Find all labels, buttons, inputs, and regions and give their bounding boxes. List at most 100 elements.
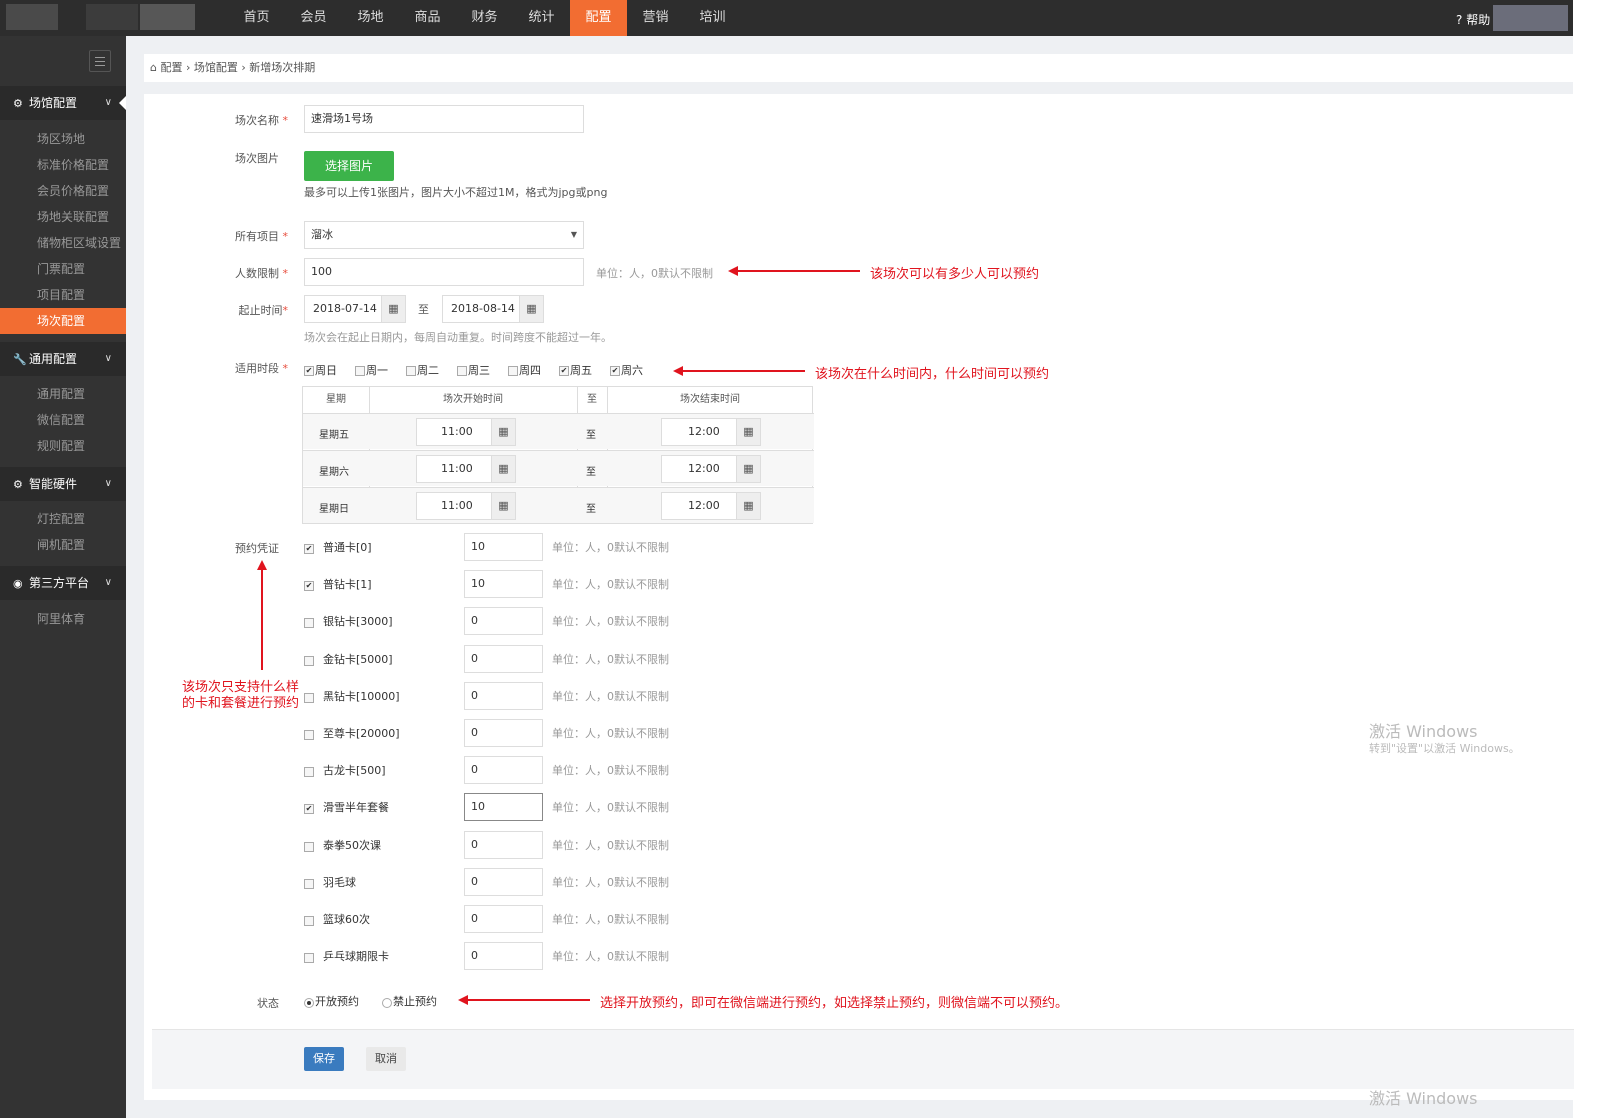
sidebar-item-ali-sports[interactable]: 阿里体育 bbox=[0, 606, 126, 632]
sidebar-group-third-party[interactable]: ◉ 第三方平台 ∨ bbox=[0, 566, 126, 600]
breadcrumb-venue-config[interactable]: 场馆配置 bbox=[194, 61, 238, 74]
card-limit-input[interactable]: 10 bbox=[464, 533, 543, 561]
help-link[interactable]: ? 帮助 bbox=[1456, 11, 1490, 28]
nav-config[interactable]: 配置 bbox=[570, 0, 627, 36]
card-limit-input[interactable]: 0 bbox=[464, 719, 543, 747]
card-name[interactable]: 篮球60次 bbox=[323, 911, 370, 927]
nav-marketing[interactable]: 营销 bbox=[627, 0, 684, 36]
day-label[interactable]: 周日 bbox=[315, 362, 337, 378]
end-time-field[interactable]: 12:00 ▦ bbox=[661, 492, 761, 520]
calendar-icon[interactable]: ▦ bbox=[491, 419, 515, 445]
end-time-field[interactable]: 12:00 ▦ bbox=[661, 418, 761, 446]
calendar-icon[interactable]: ▦ bbox=[736, 493, 760, 519]
card-limit-input[interactable]: 10 bbox=[464, 793, 543, 822]
calendar-icon[interactable]: ▦ bbox=[381, 296, 405, 322]
card-name[interactable]: 古龙卡[500] bbox=[323, 762, 386, 778]
menu-toggle-button[interactable] bbox=[89, 50, 111, 72]
start-date-field[interactable]: 2018-07-14 ▦ bbox=[304, 295, 406, 323]
session-name-input[interactable]: 速滑场1号场 bbox=[304, 105, 584, 133]
calendar-icon[interactable]: ▦ bbox=[736, 456, 760, 482]
card-checkbox[interactable] bbox=[304, 804, 314, 815]
sidebar-item-locker[interactable]: 储物柜区域设置 bbox=[0, 230, 126, 256]
sidebar-item-gate[interactable]: 闸机配置 bbox=[0, 532, 126, 558]
card-limit-input[interactable]: 0 bbox=[464, 681, 543, 710]
nav-training[interactable]: 培训 bbox=[684, 0, 741, 36]
card-limit-input[interactable]: 0 bbox=[464, 756, 543, 785]
card-name[interactable]: 至尊卡[20000] bbox=[323, 725, 400, 741]
nav-home[interactable]: 首页 bbox=[228, 0, 285, 36]
sidebar-group-hardware[interactable]: ⚙ 智能硬件 ∨ bbox=[0, 467, 126, 501]
end-time-field[interactable]: 12:00 ▦ bbox=[661, 455, 761, 483]
card-name[interactable]: 黑钻卡[10000] bbox=[323, 688, 400, 704]
card-checkbox[interactable] bbox=[304, 730, 314, 740]
day-checkbox[interactable] bbox=[406, 366, 416, 376]
sidebar-item-venue-link[interactable]: 场地关联配置 bbox=[0, 204, 126, 230]
card-limit-input[interactable]: 0 bbox=[464, 607, 543, 636]
day-label[interactable]: 周三 bbox=[468, 362, 490, 378]
sidebar-item-wechat[interactable]: 微信配置 bbox=[0, 407, 126, 433]
day-checkbox[interactable] bbox=[559, 366, 569, 376]
sidebar-group-venue-config[interactable]: ⚙ 场馆配置 ∨ bbox=[0, 86, 126, 120]
calendar-icon[interactable]: ▦ bbox=[519, 296, 543, 322]
card-name[interactable]: 银钻卡[3000] bbox=[323, 613, 393, 629]
sidebar-item-rules[interactable]: 规则配置 bbox=[0, 433, 126, 459]
card-name[interactable]: 乒乓球期限卡 bbox=[323, 948, 389, 964]
card-name[interactable]: 滑雪半年套餐 bbox=[323, 799, 389, 815]
nav-stats[interactable]: 统计 bbox=[513, 0, 570, 36]
day-label[interactable]: 周二 bbox=[417, 362, 439, 378]
start-time-field[interactable]: 11:00 ▦ bbox=[416, 492, 516, 520]
card-checkbox[interactable] bbox=[304, 767, 314, 778]
start-time-field[interactable]: 11:00 ▦ bbox=[416, 418, 516, 446]
day-checkbox[interactable] bbox=[508, 366, 518, 376]
card-checkbox[interactable] bbox=[304, 618, 314, 629]
day-checkbox[interactable] bbox=[355, 366, 365, 376]
sidebar-item-zone[interactable]: 场区场地 bbox=[0, 126, 126, 152]
calendar-icon[interactable]: ▦ bbox=[491, 456, 515, 482]
card-limit-input[interactable]: 0 bbox=[464, 905, 543, 933]
card-checkbox[interactable] bbox=[304, 655, 314, 666]
card-limit-input[interactable]: 0 bbox=[464, 867, 543, 896]
select-image-button[interactable]: 选择图片 bbox=[304, 151, 394, 181]
sidebar-item-general[interactable]: 通用配置 bbox=[0, 381, 126, 407]
save-button[interactable]: 保存 bbox=[304, 1047, 344, 1071]
nav-goods[interactable]: 商品 bbox=[399, 0, 456, 36]
day-checkbox[interactable] bbox=[304, 366, 314, 376]
day-checkbox[interactable] bbox=[610, 366, 620, 376]
nav-finance[interactable]: 财务 bbox=[456, 0, 513, 36]
card-name[interactable]: 普钻卡[1] bbox=[323, 576, 372, 592]
calendar-icon[interactable]: ▦ bbox=[491, 493, 515, 519]
limit-input[interactable]: 100 bbox=[304, 258, 584, 286]
day-label[interactable]: 周五 bbox=[570, 362, 592, 378]
calendar-icon[interactable]: ▦ bbox=[736, 419, 760, 445]
card-limit-input[interactable]: 10 bbox=[464, 570, 543, 599]
card-name[interactable]: 羽毛球 bbox=[323, 874, 356, 890]
status-open-label[interactable]: 开放预约 bbox=[315, 993, 359, 1009]
breadcrumb-config[interactable]: 配置 bbox=[160, 61, 182, 74]
day-label[interactable]: 周六 bbox=[621, 362, 643, 378]
sidebar-item-project[interactable]: 项目配置 bbox=[0, 282, 126, 308]
avatar[interactable] bbox=[1493, 5, 1568, 31]
card-checkbox[interactable] bbox=[304, 841, 314, 852]
card-checkbox[interactable] bbox=[304, 953, 314, 964]
sidebar-item-member-price[interactable]: 会员价格配置 bbox=[0, 178, 126, 204]
card-checkbox[interactable] bbox=[304, 916, 314, 926]
sidebar-item-std-price[interactable]: 标准价格配置 bbox=[0, 152, 126, 178]
sidebar-item-ticket[interactable]: 门票配置 bbox=[0, 256, 126, 282]
end-date-field[interactable]: 2018-08-14 ▦ bbox=[442, 295, 544, 323]
card-name[interactable]: 金钻卡[5000] bbox=[323, 651, 393, 667]
card-limit-input[interactable]: 0 bbox=[464, 942, 543, 971]
start-time-field[interactable]: 11:00 ▦ bbox=[416, 455, 516, 483]
card-name[interactable]: 泰拳50次课 bbox=[323, 837, 381, 853]
sidebar-item-light[interactable]: 灯控配置 bbox=[0, 506, 126, 532]
card-checkbox[interactable] bbox=[304, 544, 314, 554]
day-label[interactable]: 周一 bbox=[366, 362, 388, 378]
sidebar-item-session[interactable]: 场次配置 bbox=[0, 308, 126, 334]
card-checkbox[interactable] bbox=[304, 878, 314, 889]
card-checkbox[interactable] bbox=[304, 581, 314, 592]
sidebar-group-general-config[interactable]: 🔧 通用配置 ∨ bbox=[0, 342, 126, 376]
status-open-radio[interactable] bbox=[304, 998, 314, 1008]
day-label[interactable]: 周四 bbox=[519, 362, 541, 378]
card-limit-input[interactable]: 0 bbox=[464, 644, 543, 673]
day-checkbox[interactable] bbox=[457, 366, 467, 376]
nav-member[interactable]: 会员 bbox=[285, 0, 342, 36]
